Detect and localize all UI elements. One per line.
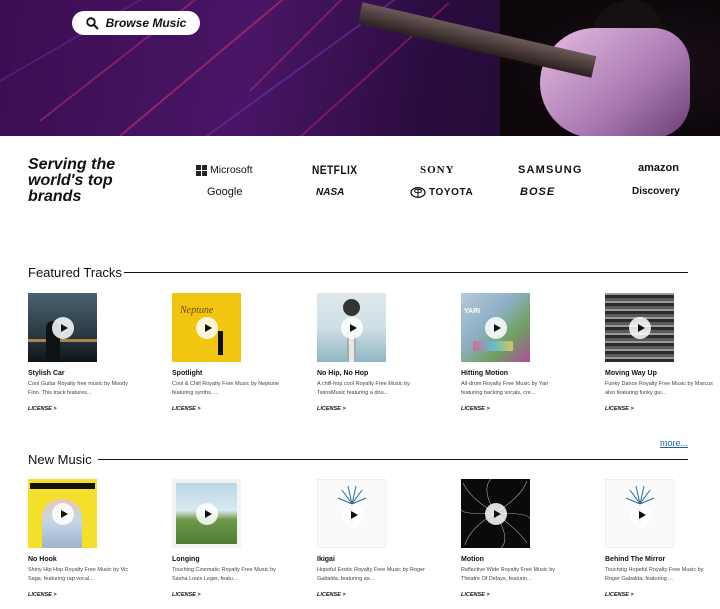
brands-tagline: Serving the world's top brands (28, 156, 116, 205)
search-icon (85, 16, 99, 30)
play-button[interactable] (342, 504, 364, 526)
license-link[interactable]: LICENSE > (461, 406, 490, 412)
track-description: Touching Cinematic Royalty Free Music by… (172, 567, 276, 582)
sony-logo: SONY (420, 164, 455, 176)
play-button[interactable] (485, 317, 507, 339)
hero-banner: Browse Music (0, 0, 720, 136)
track-title: Spotlight (172, 370, 203, 377)
section-divider (98, 459, 688, 460)
track-description: Touching Hopeful Royalty Free Music by R… (605, 567, 704, 582)
guitarist-image (500, 0, 720, 136)
license-link[interactable]: LICENSE > (461, 592, 490, 598)
track-title: No Hook (28, 556, 57, 563)
track-cover: Neptune (172, 293, 241, 362)
amazon-logo: amazon (638, 162, 679, 174)
track-cover (461, 479, 530, 548)
track-cover (317, 479, 386, 548)
samsung-logo: SAMSUNG (518, 164, 583, 176)
track-description: A chill-hop cool Royalty Free Music by T… (317, 381, 410, 396)
track-description: Cool & Chill Royalty Free Music by Neptu… (172, 381, 279, 396)
google-logo: Google (207, 186, 243, 198)
license-link[interactable]: LICENSE > (172, 592, 201, 598)
track-description: Funky Dance Royalty Free Music by Marcus… (605, 381, 713, 396)
license-link[interactable]: LICENSE > (605, 592, 634, 598)
track-cover (317, 293, 386, 362)
track-cover: YARI (461, 293, 530, 362)
featured-tracks-title: Featured Tracks (28, 265, 122, 280)
license-link[interactable]: LICENSE > (605, 406, 634, 412)
track-description: Shiny Hip Hop Royalty Free Music by Vic … (28, 567, 129, 582)
nasa-logo: NASA (316, 187, 345, 198)
track-title: Ikigai (317, 556, 335, 563)
play-button[interactable] (629, 317, 651, 339)
track-cover (28, 479, 97, 548)
play-button[interactable] (196, 317, 218, 339)
track-title: Behind The Mirror (605, 556, 666, 563)
track-cover (605, 293, 674, 362)
microsoft-logo: Microsoft (196, 164, 253, 176)
track-title: Motion (461, 556, 484, 563)
play-button[interactable] (485, 503, 507, 525)
new-music-title: New Music (28, 452, 92, 467)
license-link[interactable]: LICENSE > (317, 592, 346, 598)
track-cover (605, 479, 674, 548)
play-button[interactable] (341, 317, 363, 339)
section-divider (124, 272, 688, 273)
toyota-logo: TOYOTA (410, 187, 473, 198)
track-cover (28, 293, 97, 362)
discovery-logo: Discovery (632, 186, 680, 197)
play-button[interactable] (52, 317, 74, 339)
netflix-logo: NETFLIX (312, 163, 358, 177)
track-description: Hopeful Exotic Royalty Free Music by Rog… (317, 567, 425, 582)
track-description: Reflective Wide Royalty Free Music by Th… (461, 567, 556, 582)
play-button[interactable] (196, 503, 218, 525)
track-description: All-drum Royalty Free Music by Yari feat… (461, 381, 549, 396)
track-title: Stylish Car (28, 370, 65, 377)
track-title: Hitting Motion (461, 370, 509, 377)
track-title: Longing (172, 556, 200, 563)
browse-music-button[interactable]: Browse Music (72, 11, 200, 35)
browse-music-label: Browse Music (105, 16, 187, 30)
play-button[interactable] (630, 504, 652, 526)
track-cover (172, 479, 241, 548)
track-title: No Hip, No Hop (317, 370, 369, 377)
bose-logo: BOSE (520, 186, 556, 198)
license-link[interactable]: LICENSE > (28, 406, 57, 412)
license-link[interactable]: LICENSE > (172, 406, 201, 412)
more-link[interactable]: more... (660, 438, 688, 448)
toyota-emblem-icon (410, 187, 426, 198)
track-title: Moving Way Up (605, 370, 657, 377)
play-button[interactable] (52, 503, 74, 525)
license-link[interactable]: LICENSE > (28, 592, 57, 598)
license-link[interactable]: LICENSE > (317, 406, 346, 412)
track-description: Cool Guitar Royalty free music by Moody … (28, 381, 128, 396)
